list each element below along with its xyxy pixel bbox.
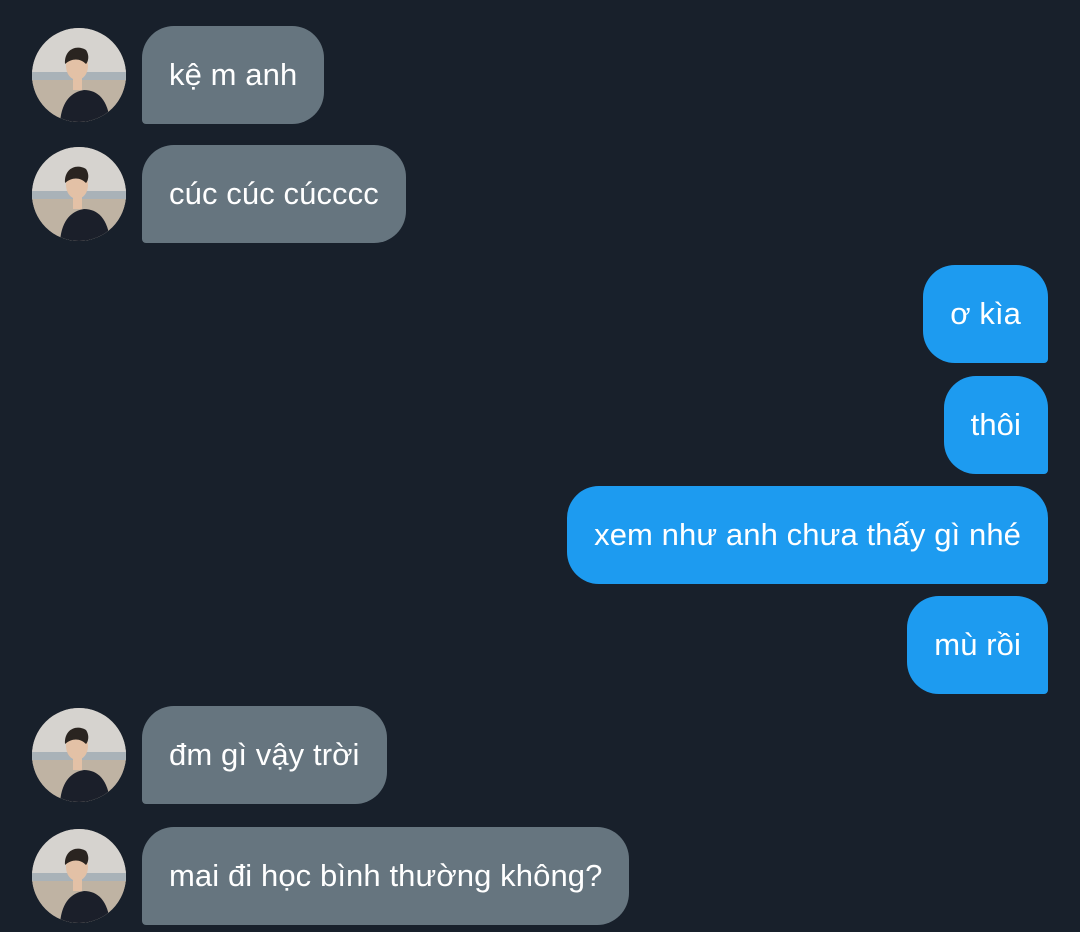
- message-bubble-incoming[interactable]: cúc cúc cúcccc: [142, 145, 406, 243]
- profile-photo-icon: [32, 147, 126, 241]
- message-bubble-outgoing[interactable]: ơ kìa: [923, 265, 1048, 363]
- avatar[interactable]: [32, 829, 126, 923]
- message-row-incoming: kệ m anh: [0, 26, 1080, 126]
- message-bubble-outgoing[interactable]: mù rồi: [907, 596, 1048, 694]
- profile-photo-icon: [32, 708, 126, 802]
- message-bubble-incoming[interactable]: mai đi học bình thường không?: [142, 827, 630, 925]
- message-row-incoming: mai đi học bình thường không?: [0, 827, 1080, 927]
- avatar[interactable]: [32, 708, 126, 802]
- message-row-outgoing: ơ kìa: [0, 265, 1080, 365]
- message-bubble-outgoing[interactable]: xem như anh chưa thấy gì nhé: [567, 486, 1048, 584]
- profile-photo-icon: [32, 28, 126, 122]
- avatar[interactable]: [32, 147, 126, 241]
- message-bubble-incoming[interactable]: kệ m anh: [142, 26, 325, 124]
- message-row-incoming: đm gì vậy trời: [0, 706, 1080, 806]
- message-row-outgoing: thôi: [0, 376, 1080, 476]
- chat-thread: kệ m anh cúc cúc cúcccc ơ kìa thôi xem n…: [0, 0, 1080, 932]
- avatar[interactable]: [32, 28, 126, 122]
- message-bubble-outgoing[interactable]: thôi: [943, 376, 1048, 474]
- message-row-outgoing: xem như anh chưa thấy gì nhé: [0, 486, 1080, 586]
- message-bubble-incoming[interactable]: đm gì vậy trời: [142, 706, 387, 804]
- profile-photo-icon: [32, 829, 126, 923]
- message-row-outgoing: mù rồi: [0, 596, 1080, 696]
- message-row-incoming: cúc cúc cúcccc: [0, 145, 1080, 245]
